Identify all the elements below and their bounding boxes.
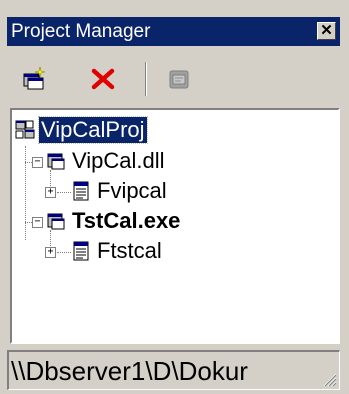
tree-node-project-group[interactable]: VipCalProj	[14, 116, 148, 144]
toolbar	[7, 50, 340, 106]
tree-node-fvipcal[interactable]: Fvipcal	[70, 177, 167, 205]
tree-node-vipcal-dll[interactable]: VipCal.dll	[46, 147, 165, 175]
project-icon	[47, 213, 65, 230]
tree-node-tstcal-exe[interactable]: TstCal.exe	[46, 207, 180, 235]
new-project-button[interactable]	[18, 63, 50, 95]
status-path: \\Dbserver1\D\Dokur	[11, 356, 248, 386]
resize-grip-icon[interactable]	[321, 371, 337, 387]
delete-icon	[91, 68, 115, 90]
options-button[interactable]	[163, 63, 195, 95]
close-button[interactable]: ✕	[317, 22, 336, 40]
project-group-icon	[15, 120, 35, 139]
expand-toggle[interactable]: +	[45, 187, 56, 198]
tree-node-label: TstCal.exe	[72, 208, 181, 233]
project-icon	[47, 153, 65, 170]
tree-node-label: VipCalProj	[38, 116, 148, 144]
form-icon	[73, 241, 89, 261]
tree-node-label: Fvipcal	[97, 178, 167, 203]
collapse-toggle[interactable]: −	[32, 157, 43, 168]
project-tree[interactable]: VipCalProj − VipCal.dll + Fvipcal − TstC…	[10, 108, 340, 344]
expand-toggle[interactable]: +	[45, 247, 56, 258]
status-bar: \\Dbserver1\D\Dokur	[7, 350, 340, 390]
tree-line	[57, 252, 71, 253]
tree-line	[25, 146, 26, 240]
form-icon	[73, 181, 89, 201]
title-bar[interactable]: Project Manager ✕	[7, 17, 340, 46]
tree-line	[57, 192, 71, 193]
window-title: Project Manager	[11, 21, 151, 42]
delete-button[interactable]	[87, 63, 119, 95]
toolbar-separator	[145, 62, 147, 96]
close-icon: ✕	[320, 22, 333, 39]
tree-node-label: VipCal.dll	[72, 148, 165, 173]
tree-node-ftstcal[interactable]: Ftstcal	[70, 237, 162, 265]
project-manager-window: Project Manager ✕ VipCalProj − VipCal.dl…	[0, 0, 349, 394]
collapse-toggle[interactable]: −	[32, 217, 43, 228]
new-project-icon	[23, 66, 46, 90]
options-icon	[169, 70, 189, 89]
tree-node-label: Ftstcal	[97, 238, 162, 263]
